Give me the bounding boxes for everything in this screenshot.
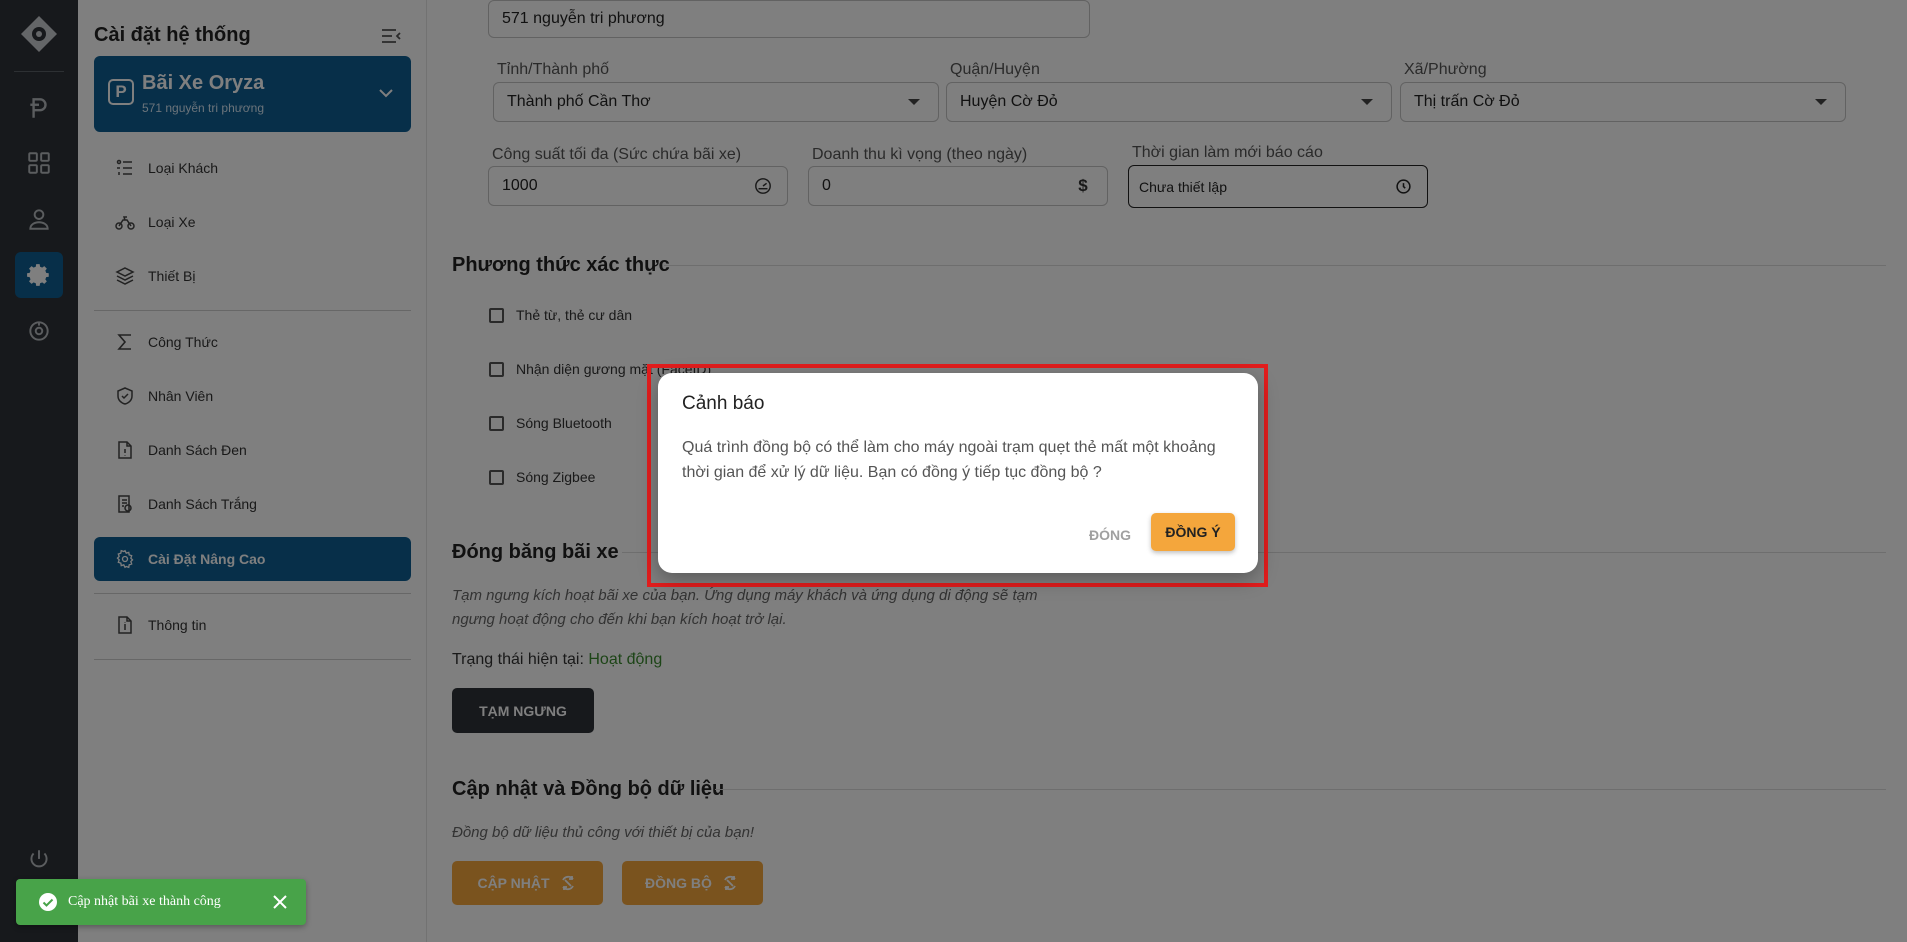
dialog-title: Cảnh báo <box>682 393 765 414</box>
warning-dialog: Cảnh báo Quá trình đồng bộ có thể làm ch… <box>658 373 1258 573</box>
toast-message: Cập nhật bãi xe thành công <box>68 894 221 909</box>
close-icon[interactable] <box>270 892 290 912</box>
success-toast: Cập nhật bãi xe thành công <box>16 879 306 925</box>
dialog-agree-button[interactable]: ĐỒNG Ý <box>1151 513 1235 551</box>
check-circle-icon <box>39 893 57 911</box>
dialog-close-button[interactable]: ĐÓNG <box>1082 517 1138 553</box>
dialog-message: Quá trình đồng bộ có thể làm cho máy ngo… <box>682 439 1216 481</box>
